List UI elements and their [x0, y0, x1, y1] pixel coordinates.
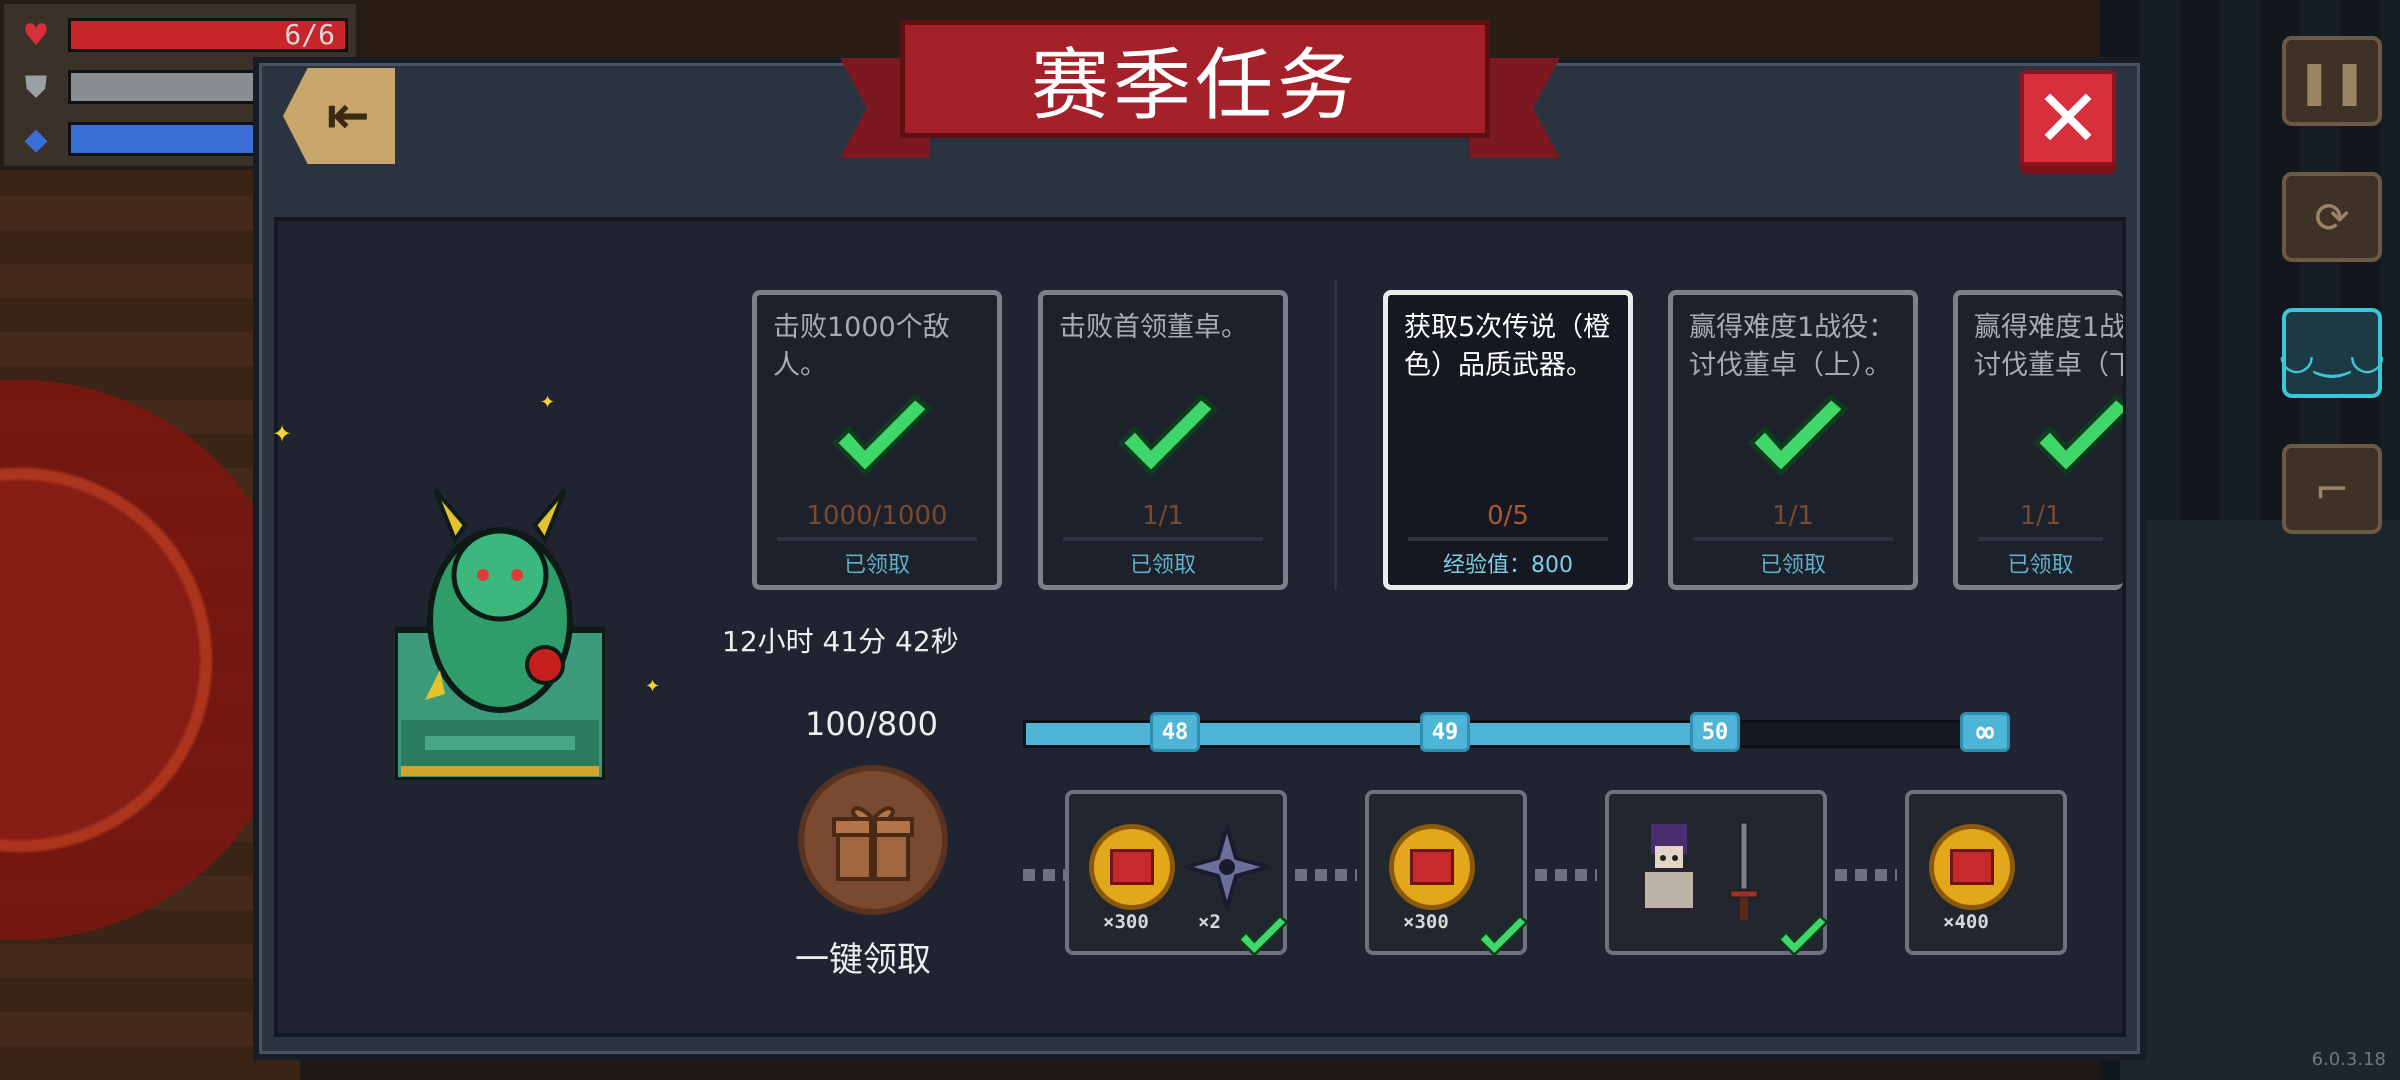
- task-divider: [777, 537, 977, 541]
- hp-bar: 6/6: [68, 18, 348, 52]
- task-progress: 1/1: [1142, 501, 1184, 531]
- checkmark-icon: [2032, 395, 2123, 477]
- checkmark-icon: [1237, 915, 1289, 957]
- milestone-marker: 50: [1690, 712, 1740, 752]
- checkmark-icon: [1477, 915, 1529, 957]
- reward-connector: [1023, 869, 1065, 881]
- task-divider: [1408, 537, 1608, 541]
- task-status: 已领取: [1129, 553, 1196, 578]
- close-button[interactable]: ✕: [2020, 70, 2116, 166]
- task-description: 赢得难度1战役：讨伐董卓（下）。: [1974, 312, 2123, 381]
- reward-slot[interactable]: ×300 ×2: [1065, 790, 1289, 957]
- heart-icon: ♥: [22, 17, 50, 53]
- hp-row: ♥: [18, 16, 54, 54]
- milestone-marker: ∞: [1960, 712, 2010, 752]
- shuriken-icon: [1184, 824, 1270, 910]
- task-description: 获取5次传说（橙色）品质武器。: [1404, 312, 1611, 381]
- pause-button[interactable]: ❚❚: [2282, 36, 2382, 126]
- pause-icon: ❚❚: [2296, 56, 2368, 106]
- dialog-title: 赛季任务: [1030, 41, 1359, 131]
- task-status: 已领取: [2007, 553, 2074, 578]
- task-description: 击败1000个敌人。: [773, 312, 950, 381]
- reward-connector: [1295, 869, 1357, 881]
- reward-connector: [1535, 869, 1597, 881]
- season-timer: 12小时 41分 42秒: [722, 625, 959, 658]
- task-progress: 0/5: [1487, 501, 1529, 531]
- coin-icon: [1389, 824, 1475, 910]
- energy-row: ◆: [18, 120, 54, 158]
- task-card[interactable]: 获取5次传说（橙色）品质武器。 0/5 经验值：800: [1383, 290, 1633, 590]
- reward-count: ×300: [1103, 911, 1149, 933]
- reward-count: ×2: [1198, 911, 1221, 933]
- version-label: 6.0.3.18: [2311, 1049, 2386, 1070]
- gift-icon: [832, 806, 914, 881]
- emote-face-icon: ◡‿◡: [2278, 328, 2386, 378]
- sparkle-icon: ✦: [272, 420, 293, 448]
- task-card[interactable]: 赢得难度1战役：讨伐董卓（下）。 1/1 已领取: [1953, 290, 2123, 590]
- dragon-trophy-icon: [395, 488, 605, 780]
- reward-slot[interactable]: ×300: [1365, 790, 1529, 957]
- swap-icon: ⟳: [2314, 192, 2350, 242]
- task-divider: [1978, 537, 2103, 541]
- title-banner: 赛季任务: [900, 20, 1490, 138]
- sparkle-icon: ✦: [540, 392, 556, 413]
- shield-icon: ⛊: [24, 69, 48, 105]
- milestone-marker: 48: [1150, 712, 1200, 752]
- sparkle-icon: ✦: [645, 676, 661, 697]
- swap-weapon-button[interactable]: ⟳: [2282, 172, 2382, 262]
- stairs-button[interactable]: ⌐: [2282, 444, 2382, 534]
- task-status: 已领取: [1759, 553, 1826, 578]
- task-card[interactable]: 赢得难度1战役：讨伐董卓（上）。 1/1 已领取: [1668, 290, 1918, 590]
- energy-gem-icon: ◆: [24, 121, 48, 157]
- coin-icon: [1089, 824, 1175, 910]
- reward-count: ×400: [1943, 911, 1989, 933]
- task-card[interactable]: 击败1000个敌人。 1000/1000 已领取: [752, 290, 1002, 590]
- close-icon: ✕: [2034, 71, 2102, 165]
- milestone-marker: 49: [1420, 712, 1470, 752]
- claim-all-label: 一键领取: [795, 940, 931, 980]
- claim-all-button[interactable]: [798, 765, 948, 915]
- character-skin-icon: [1641, 824, 1697, 912]
- task-description: 击败首领董卓。: [1059, 312, 1248, 343]
- checkmark-icon: [831, 395, 933, 477]
- checkmark-icon: [1777, 915, 1829, 957]
- task-progress: 1/1: [2019, 501, 2062, 531]
- task-progress: 1000/1000: [806, 501, 948, 531]
- checkmark-icon: [1747, 395, 1849, 477]
- armor-row: ⛊: [18, 68, 54, 106]
- stairs-icon: ⌐: [2314, 464, 2350, 514]
- task-card[interactable]: 击败首领董卓。 1/1 已领取: [1038, 290, 1288, 590]
- task-status: 已领取: [843, 553, 910, 578]
- season-progress-fill: [1026, 723, 1730, 745]
- section-divider: [1334, 280, 1337, 590]
- coin-icon: [1929, 824, 2015, 910]
- exit-icon: ⇤: [326, 86, 370, 146]
- emote-button[interactable]: ◡‿◡: [2278, 308, 2386, 398]
- checkmark-icon: [1117, 395, 1219, 477]
- reward-slot[interactable]: ×400: [1905, 790, 2067, 955]
- sword-icon: [1728, 820, 1760, 920]
- reward-count: ×300: [1403, 911, 1449, 933]
- task-divider: [1063, 537, 1263, 541]
- task-status: 经验值：800: [1443, 553, 1573, 578]
- task-description: 赢得难度1战役：讨伐董卓（上）。: [1689, 312, 1896, 381]
- reward-connector: [1835, 869, 1897, 881]
- season-points: 100/800: [805, 705, 938, 743]
- task-divider: [1693, 537, 1893, 541]
- task-progress: 1/1: [1772, 501, 1814, 531]
- reward-slot[interactable]: [1605, 790, 1829, 957]
